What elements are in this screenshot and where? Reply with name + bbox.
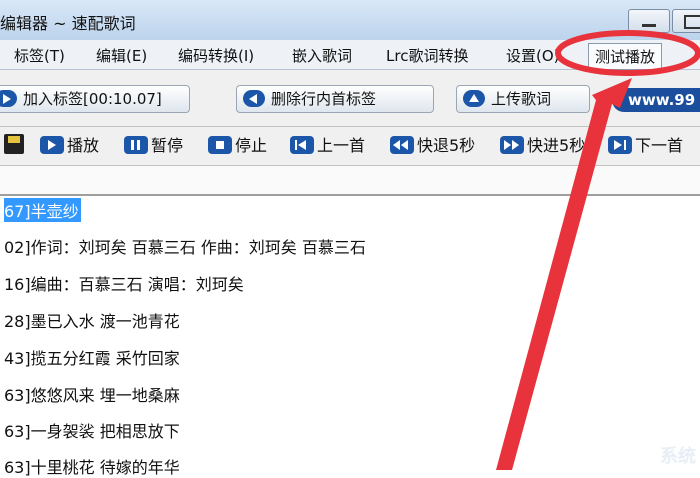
annotation-arrow-icon [496,78,632,470]
highlight-oval [555,30,700,76]
annotation-overlay [496,30,700,470]
